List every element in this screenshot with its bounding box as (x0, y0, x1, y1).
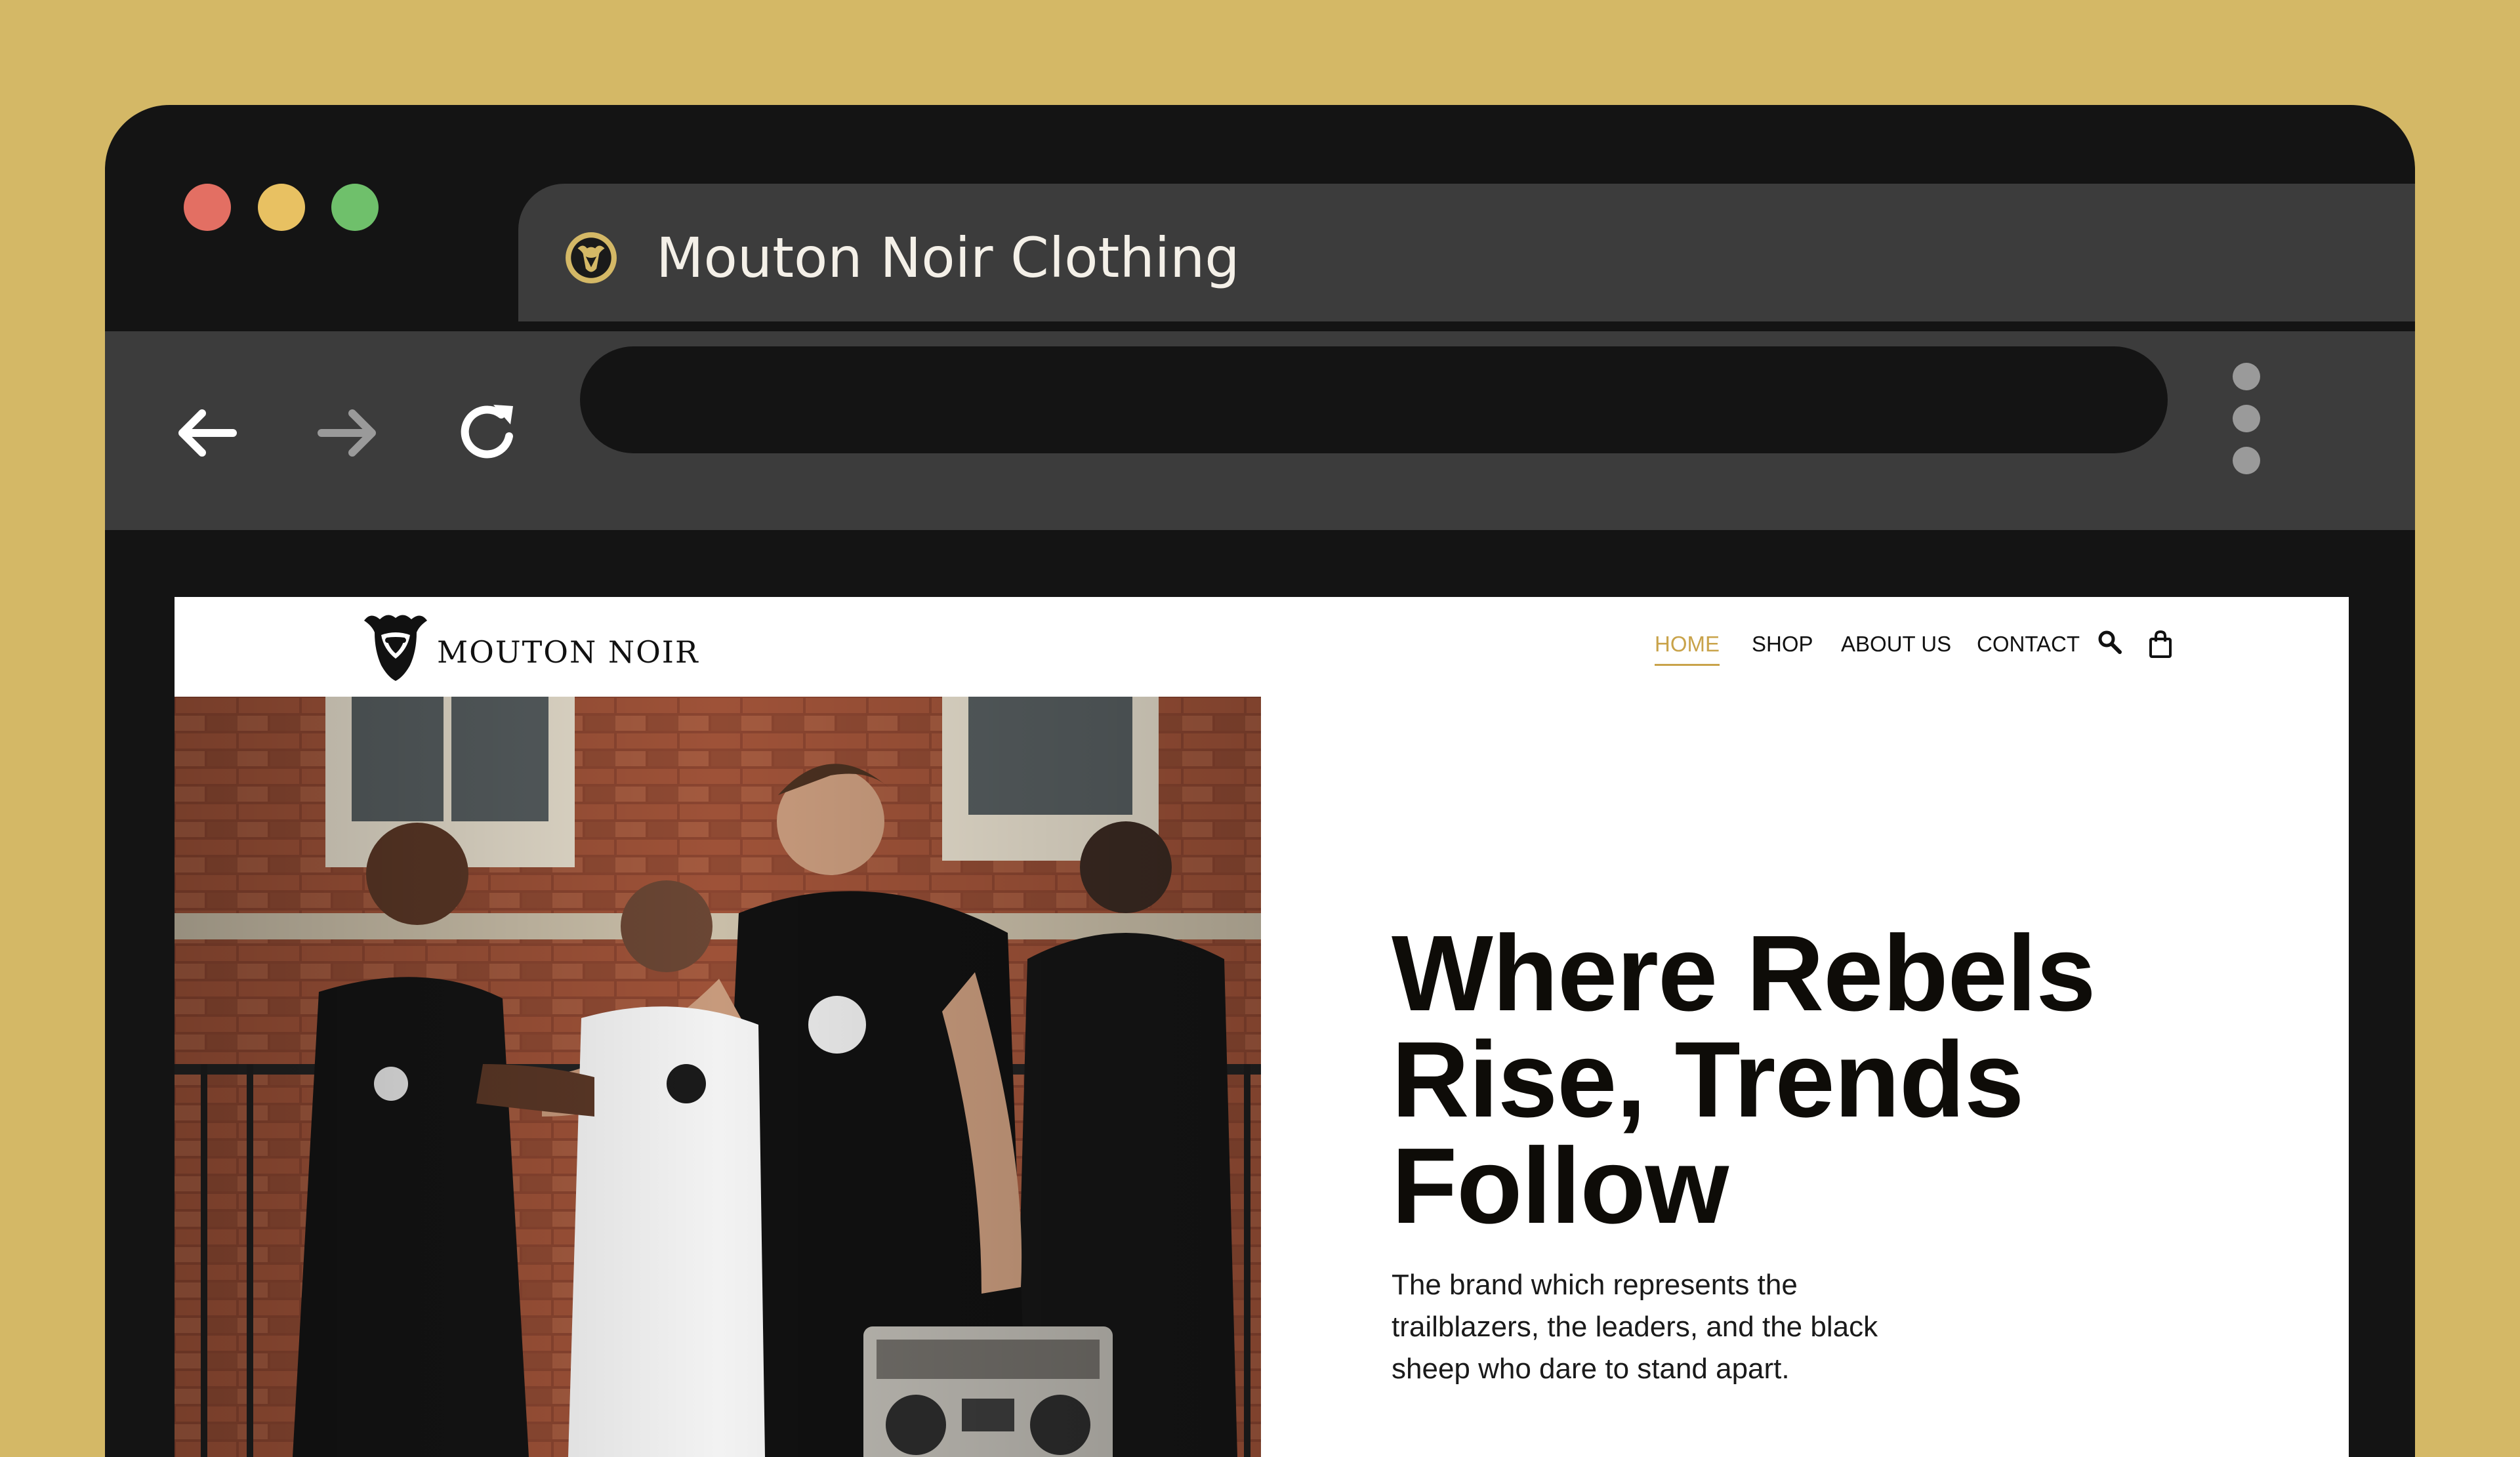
close-window-button[interactable] (184, 184, 231, 231)
web-page: MOUTON NOIR HOME SHOP ABOUT US CONTACT W… (175, 597, 2349, 1457)
hero-title-line-3: Follow (1392, 1126, 1729, 1246)
hero-text: Where Rebels Rise, Trends Follow The bra… (1392, 920, 2244, 1390)
site-header: MOUTON NOIR HOME SHOP ABOUT US CONTACT (175, 597, 2349, 697)
logo-text: MOUTON NOIR (437, 634, 699, 670)
maximize-window-button[interactable] (331, 184, 379, 231)
shopping-bag-icon[interactable] (2148, 630, 2173, 659)
search-icon[interactable] (2096, 628, 2122, 655)
browser-toolbar (105, 331, 2415, 530)
address-bar[interactable] (580, 346, 2168, 453)
browser-tab[interactable]: Mouton Noir Clothing (518, 184, 2415, 321)
sheep-head-icon (566, 232, 617, 283)
hero-photo (175, 697, 1261, 1457)
hero-title: Where Rebels Rise, Trends Follow (1392, 920, 2244, 1240)
nav-home-link[interactable]: HOME (1655, 631, 1720, 666)
arrow-right-icon[interactable] (312, 397, 384, 469)
nav-about-link[interactable]: ABOUT US (1841, 631, 1951, 657)
minimize-window-button[interactable] (258, 184, 305, 231)
hero-title-line-1: Where Rebels (1392, 913, 2096, 1033)
nav-contact-link[interactable]: CONTACT (1977, 631, 2080, 657)
hero-title-line-2: Rise, Trends (1392, 1019, 2024, 1139)
kebab-menu-icon[interactable] (2227, 331, 2266, 474)
page-background: { "colors": { "page_background": "#D4B86… (0, 0, 2520, 1457)
arrow-left-icon[interactable] (171, 397, 243, 469)
tab-title: Mouton Noir Clothing (656, 226, 1240, 290)
nav-shop-link[interactable]: SHOP (1752, 631, 1813, 657)
hero-subtitle: The brand which represents the trailblaz… (1392, 1269, 1878, 1385)
browser-window: Mouton Noir Clothing MOUTON NOIR HOME SH… (105, 105, 2415, 1457)
sheep-head-icon (364, 615, 427, 681)
reload-icon[interactable] (453, 397, 525, 469)
